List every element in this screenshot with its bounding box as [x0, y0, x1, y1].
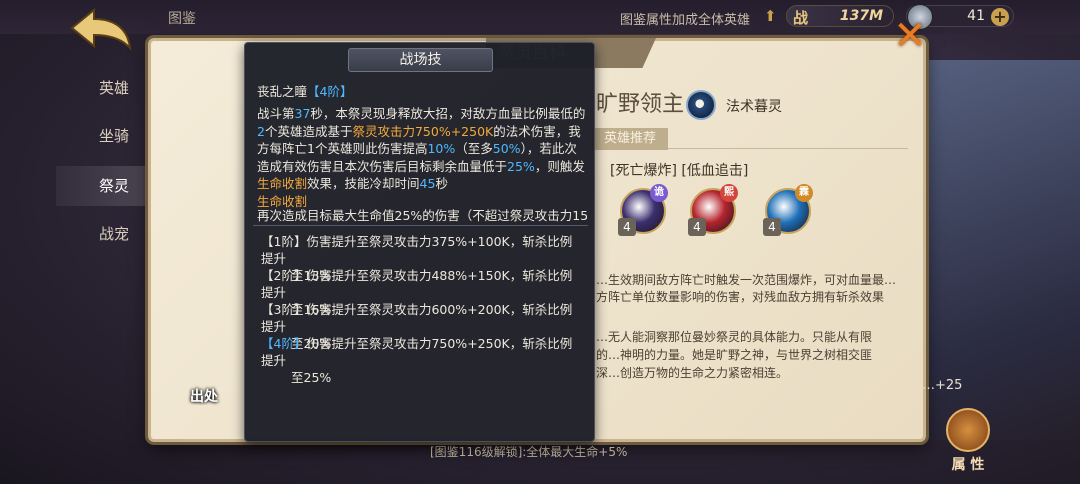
nav-label: 祭灵 — [98, 177, 129, 195]
class-label: 法术暮灵 — [726, 99, 782, 115]
rune-level: 4 — [688, 218, 706, 236]
attributes-label: 属 性 — [951, 457, 985, 473]
level-entry-current: 【4阶】伤害提升至祭灵攻击力750%+250K，斩杀比例提升 至25% — [261, 335, 581, 386]
rune-level: 4 — [763, 218, 781, 236]
level-text: 伤害提升至祭灵攻击力600%+200K，斩杀比例提升 — [261, 302, 573, 334]
level-tier: 【2阶】 — [261, 268, 307, 283]
desc-text: 战斗第 — [257, 106, 295, 121]
desc-value: 45 — [419, 176, 436, 191]
desc-text: ，则触发 — [534, 158, 585, 174]
divider — [253, 225, 588, 226]
level-text: 伤害提升至祭灵攻击力750%+250K，斩杀比例提升 — [261, 336, 573, 368]
unlock-bonus-text: [图鉴116级解锁]:全体最大生命+5% — [430, 445, 628, 459]
bonus-plus: …+25 — [922, 378, 963, 393]
source-button[interactable]: 出处 — [190, 386, 218, 406]
rune-badge: 霖 — [795, 184, 813, 202]
desc-text: （至多 — [455, 141, 493, 156]
desc-value: 37 — [294, 106, 311, 121]
back-arrow-icon — [70, 7, 132, 52]
level-tier: 【1阶】 — [261, 234, 307, 249]
nav-label: 英雄 — [98, 79, 129, 97]
hero-name: 旷野领主 — [596, 92, 685, 117]
tooltip-title: 战场技 — [348, 48, 493, 72]
desc-value: 2 — [257, 123, 265, 139]
rune-badge: 诡 — [650, 184, 668, 202]
desc-value: 25% — [507, 158, 535, 174]
skill-tooltip: 战场技 丧乱之瞳【4阶】 战斗第37秒，本祭灵现身释放大招，对敌方血量比例最低的… — [244, 42, 595, 442]
desc-value: 10% — [427, 141, 456, 156]
skill-header: 丧乱之瞳【4阶】 — [257, 83, 587, 101]
skill-tier: 【4阶】 — [307, 84, 353, 99]
level-text: 伤害提升至祭灵攻击力488%+150K，斩杀比例提升 — [261, 268, 573, 300]
desc-text: 效果，技能冷却时间 — [307, 176, 420, 191]
add-resource-button[interactable]: + — [991, 8, 1009, 26]
desc-text: 个英雄造成基于 — [264, 123, 353, 139]
desc-text: 秒，本祭灵现身释放大招，对敌方血量比例最低的 — [310, 106, 586, 121]
rune-level: 4 — [618, 218, 636, 236]
resource-value: 41 — [967, 8, 985, 24]
lore-text: …无人能洞察那位曼妙祭灵的具体能力。只能从有限的…神明的力量。她是旷野之神，与世… — [596, 330, 873, 380]
back-button[interactable] — [66, 6, 136, 52]
rune-icon[interactable]: 诡 4 — [618, 184, 668, 236]
level-tier: 【3阶】 — [261, 302, 307, 317]
rune-icon[interactable]: 霖 4 — [763, 184, 813, 236]
desc-value: 50% — [492, 141, 521, 156]
power-value: 137M — [839, 8, 883, 24]
power-display: 战 137M — [786, 5, 894, 27]
sub-effect-text: 再次造成目标最大生命值25%的伤害（不超过祭灵攻击力1500 — [257, 208, 587, 223]
power-label: 战 — [793, 9, 809, 27]
page-title: 图鉴 — [168, 11, 196, 27]
attributes-button[interactable]: 属 性 — [936, 408, 1000, 476]
level-tail: 至25% — [291, 370, 332, 385]
close-icon[interactable]: ✕ — [890, 16, 930, 58]
rune-badge: 熙 — [720, 184, 738, 202]
skill-description: 战斗第37秒，本祭灵现身释放大招，对敌方血量比例最低的 2个英雄造成基于祭灵攻击力… — [257, 105, 587, 193]
level-text: 伤害提升至祭灵攻击力375%+100K，斩杀比例提升 — [261, 234, 573, 266]
nav-label: 坐骑 — [98, 127, 129, 145]
nav-label: 战宠 — [98, 225, 129, 243]
bonus-text: 图鉴属性加成全体英雄 — [620, 13, 751, 28]
recommend-tab[interactable]: 英雄推荐 — [592, 128, 668, 150]
desc-keyword: 生命收割 — [257, 176, 308, 191]
desc-value: 祭灵攻击力750%+250K — [352, 123, 494, 139]
skill-summary: …生效期间敌方阵亡时触发一次范围爆炸，可对血量最…方阵亡单位数量影响的伤害，对残… — [596, 273, 897, 304]
level-tier: 【4阶】 — [261, 336, 307, 351]
desc-text: 秒 — [435, 176, 448, 191]
skill-name: 丧乱之瞳 — [257, 84, 308, 99]
recommend-tags: [死亡爆炸] [低血追击] — [610, 163, 749, 179]
emblem-icon — [946, 408, 990, 452]
moon-class-icon — [686, 90, 716, 120]
divider — [668, 148, 908, 149]
rune-icon[interactable]: 熙 4 — [688, 184, 738, 236]
up-arrow-icon: ⬆ — [764, 7, 777, 25]
